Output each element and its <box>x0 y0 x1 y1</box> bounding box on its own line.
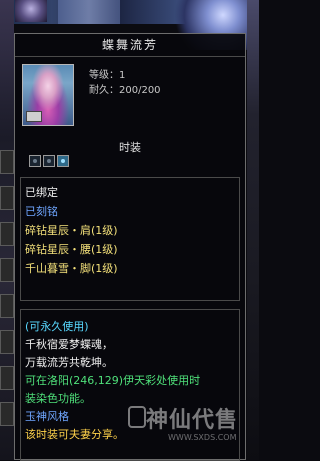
item-title: 蝶舞流芳 <box>15 34 245 57</box>
socket-empty-icon <box>29 155 41 167</box>
dye-info: 装染色功能。 <box>25 392 91 405</box>
inventory-slot[interactable] <box>0 402 14 426</box>
hud-decoration-middle <box>58 0 120 24</box>
inventory-slot[interactable] <box>0 330 14 354</box>
inventory-slot[interactable] <box>0 150 14 174</box>
item-portrait <box>22 64 74 126</box>
style-label: 玉神风格 <box>25 410 69 423</box>
item-level: 等级：1 <box>89 70 126 81</box>
attributes-box: 已绑定 已刻铭 碎钻星辰・肩(1级) 碎钻星辰・腰(1级) 千山暮雪・脚(1级) <box>20 177 240 301</box>
inventory-slot[interactable] <box>0 294 14 318</box>
usage-note: (可永久使用) <box>25 320 89 333</box>
hud-decoration-left <box>15 0 47 22</box>
bound-lock-icon <box>26 111 42 122</box>
socket-gem-icon <box>57 155 69 167</box>
bound-status: 已绑定 <box>25 186 58 199</box>
socket-empty-icon <box>43 155 55 167</box>
gem-attribute: 千山暮雪・脚(1级) <box>25 262 118 275</box>
socket-row <box>29 155 71 169</box>
watermark-logo-icon <box>128 406 146 428</box>
watermark-text: 神仙代售 <box>146 407 239 433</box>
item-category: 时装 <box>119 141 141 154</box>
inventory-slot[interactable] <box>0 366 14 390</box>
poem-line: 千秋宿爱梦蝶魂， <box>25 338 113 351</box>
inventory-slot[interactable] <box>0 258 14 282</box>
right-window-edge <box>247 0 259 460</box>
inventory-slot[interactable] <box>0 222 14 246</box>
engraved-status: 已刻铭 <box>25 205 58 218</box>
gem-attribute: 碎钻星辰・肩(1级) <box>25 224 118 237</box>
inventory-slot[interactable] <box>0 186 14 210</box>
couple-share-note: 该时装可夫妻分享。 <box>25 428 124 441</box>
gem-attribute: 碎钻星辰・腰(1级) <box>25 243 118 256</box>
poem-line: 万载流芳共乾坤。 <box>25 356 113 369</box>
dye-info: 可在洛阳(246,129)伊天彩处使用时 <box>25 374 201 387</box>
watermark-url: WWW.SXDS.COM <box>168 433 237 442</box>
site-watermark: 神仙代售 WWW.SXDS.COM <box>128 394 253 454</box>
item-durability: 耐久：200/200 <box>89 85 161 96</box>
